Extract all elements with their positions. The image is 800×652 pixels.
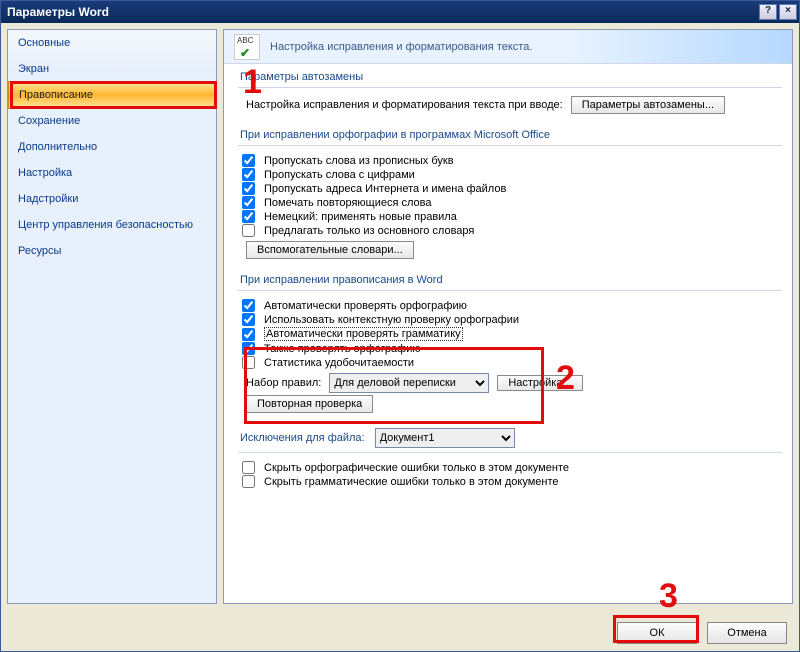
check-skip-uppercase[interactable]: Пропускать слова из прописных букв (242, 154, 774, 167)
ruleset-select[interactable]: Для деловой переписки (329, 373, 489, 393)
check-readability-stats[interactable]: Статистика удобочитаемости (242, 356, 774, 369)
sidebar-item-general[interactable]: Основные (8, 30, 216, 56)
sidebar-item-save[interactable]: Сохранение (8, 108, 216, 134)
autocorrect-options-button[interactable]: Параметры автозамены... (571, 96, 725, 114)
custom-dictionaries-button[interactable]: Вспомогательные словари... (246, 241, 414, 259)
cancel-button[interactable]: Отмена (707, 622, 787, 644)
dialog-footer: ОК Отмена (1, 615, 799, 651)
sidebar-item-addins[interactable]: Надстройки (8, 186, 216, 212)
section-exceptions: Исключения для файла: Документ1 Скрыть о… (224, 421, 792, 495)
check-also-spell[interactable]: Также проверять орфографию (242, 342, 774, 355)
window-title: Параметры Word (7, 5, 109, 19)
check-hide-grammar-errors[interactable]: Скрыть грамматические ошибки только в эт… (242, 475, 774, 488)
recheck-button[interactable]: Повторная проверка (246, 395, 373, 413)
check-auto-spell[interactable]: Автоматически проверять орфографию (242, 299, 774, 312)
close-button[interactable]: × (779, 4, 797, 20)
sidebar-item-display[interactable]: Экран (8, 56, 216, 82)
check-german-rules[interactable]: Немецкий: применять новые правила (242, 210, 774, 223)
check-auto-grammar[interactable]: Автоматически проверять грамматику (242, 327, 774, 341)
word-options-dialog: Параметры Word ? × Основные Экран Правоп… (0, 0, 800, 652)
grammar-settings-button[interactable]: Настройка... (497, 375, 582, 391)
section-title: Параметры автозамены (238, 68, 782, 88)
check-skip-numbers[interactable]: Пропускать слова с цифрами (242, 168, 774, 181)
dialog-body: Основные Экран Правописание Сохранение Д… (1, 23, 799, 610)
section-title: При исправлении правописания в Word (238, 271, 782, 291)
category-sidebar: Основные Экран Правописание Сохранение Д… (7, 29, 217, 604)
section-title: При исправлении орфографии в программах … (238, 126, 782, 146)
autocorrect-desc: Настройка исправления и форматирования т… (246, 99, 563, 111)
content-pane: Настройка исправления и форматирования т… (223, 29, 793, 604)
check-flag-repeated[interactable]: Помечать повторяющиеся слова (242, 196, 774, 209)
banner-text: Настройка исправления и форматирования т… (270, 41, 532, 53)
section-office-spelling: При исправлении орфографии в программах … (224, 122, 792, 267)
titlebar: Параметры Word ? × (1, 1, 799, 23)
sidebar-item-proofing[interactable]: Правописание (8, 81, 216, 109)
check-skip-urls[interactable]: Пропускать адреса Интернета и имена файл… (242, 182, 774, 195)
exceptions-file-select[interactable]: Документ1 (375, 428, 515, 448)
help-button[interactable]: ? (759, 4, 777, 20)
titlebar-buttons: ? × (759, 4, 797, 20)
ruleset-label: Набор правил: (246, 377, 321, 389)
check-contextual-spell[interactable]: Использовать контекстную проверку орфогр… (242, 313, 774, 326)
check-main-dict-only[interactable]: Предлагать только из основного словаря (242, 224, 774, 237)
sidebar-item-customize[interactable]: Настройка (8, 160, 216, 186)
section-autocorrect: Параметры автозамены Настройка исправлен… (224, 64, 792, 122)
ok-button[interactable]: ОК (617, 622, 697, 644)
sidebar-item-trustcenter[interactable]: Центр управления безопасностью (8, 212, 216, 238)
section-word-spelling: При исправлении правописания в Word Авто… (224, 267, 792, 421)
section-title: Исключения для файла: Документ1 (238, 425, 782, 453)
check-hide-spell-errors[interactable]: Скрыть орфографические ошибки только в э… (242, 461, 774, 474)
banner: Настройка исправления и форматирования т… (224, 30, 792, 64)
spellcheck-icon (234, 34, 260, 60)
sidebar-item-advanced[interactable]: Дополнительно (8, 134, 216, 160)
content-scroll[interactable]: Параметры автозамены Настройка исправлен… (224, 64, 792, 603)
sidebar-item-resources[interactable]: Ресурсы (8, 238, 216, 264)
